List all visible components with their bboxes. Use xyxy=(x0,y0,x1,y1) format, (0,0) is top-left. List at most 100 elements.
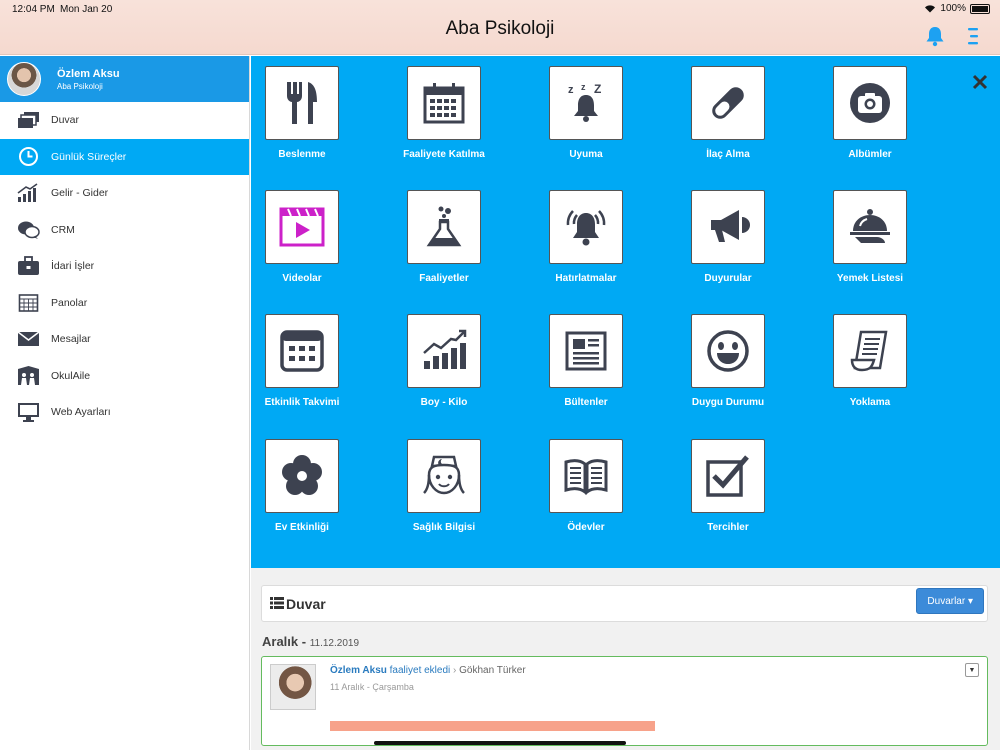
tile-label: Albümler xyxy=(848,149,892,160)
smiley-icon xyxy=(707,330,749,372)
checkbox-icon xyxy=(706,455,749,497)
tile-label: Yoklama xyxy=(849,397,891,408)
calendar-icon xyxy=(423,83,465,124)
sidebar-item-gunluk-surecler[interactable]: Günlük Süreçler xyxy=(0,138,249,175)
tile-boy-kilo[interactable]: Boy - Kilo xyxy=(407,314,481,408)
tile-yoklama[interactable]: Yoklama xyxy=(833,314,907,408)
pill-icon xyxy=(712,87,744,119)
wall-section: Duvar Duvarlar ▾ Aralık - 11.12.2019 Özl… xyxy=(251,568,1000,750)
battery-percent: 100% xyxy=(940,3,966,14)
list-icon xyxy=(270,597,284,609)
walls-dropdown-button[interactable]: Duvarlar ▾ xyxy=(916,588,984,614)
post-options-button[interactable]: ▼ xyxy=(965,663,979,677)
tile-label: Sağlık Bilgisi xyxy=(412,522,476,533)
tile-tercihler[interactable]: Tercihler xyxy=(691,439,765,533)
envelope-icon xyxy=(17,329,40,349)
monitor-icon xyxy=(17,402,40,422)
tile-uyuma[interactable]: zzZ Uyuma xyxy=(549,66,623,160)
tile-label: Duyurular xyxy=(704,273,752,284)
tile-videolar[interactable]: Videolar xyxy=(265,190,339,284)
family-icon xyxy=(17,366,40,386)
growth-icon xyxy=(423,329,467,369)
post-attachment-preview[interactable] xyxy=(330,721,655,731)
section-date: Aralık - 11.12.2019 xyxy=(262,634,359,649)
tile-albumler[interactable]: Albümler xyxy=(833,66,907,160)
sidebar-item-gelir-gider[interactable]: Gelir - Gider xyxy=(0,175,249,212)
sidebar-item-mesajlar[interactable]: Mesajlar xyxy=(0,321,249,358)
notification-bell-icon[interactable] xyxy=(924,25,946,47)
status-time: 12:04 PM xyxy=(12,4,55,15)
alarm-bell-icon xyxy=(566,210,606,246)
tile-hatirlatmalar[interactable]: Hatırlatmalar xyxy=(549,190,623,284)
tile-faaliyetler[interactable]: Faaliyetler xyxy=(407,190,481,284)
post-author[interactable]: Özlem Aksu xyxy=(330,665,387,676)
book-icon xyxy=(564,459,608,496)
flask-icon xyxy=(426,206,462,247)
status-date: Mon Jan 20 xyxy=(60,4,113,15)
tile-odevler[interactable]: Ödevler xyxy=(549,439,623,533)
tile-label: Hatırlatmalar xyxy=(555,273,617,284)
tile-label: Uyuma xyxy=(569,149,603,160)
hamburger-menu-icon[interactable] xyxy=(966,26,980,46)
home-indicator[interactable] xyxy=(374,741,626,745)
section-month: Aralık - xyxy=(262,634,307,649)
newsletter-icon xyxy=(565,331,607,371)
stack-icon xyxy=(17,110,40,130)
nurse-icon xyxy=(423,455,465,495)
sidebar-item-crm[interactable]: CRM xyxy=(0,212,249,249)
sidebar-item-idari-isler[interactable]: İdari İşler xyxy=(0,248,249,285)
tile-label: Videolar xyxy=(282,273,322,284)
app-title: Aba Psikoloji xyxy=(445,18,555,39)
event-calendar-icon xyxy=(280,330,324,372)
battery-icon xyxy=(970,3,990,14)
tile-label: Ev Etkinliği xyxy=(275,522,329,533)
avatar xyxy=(7,62,41,96)
tile-label: İlaç Alma xyxy=(706,149,750,160)
profile-header[interactable]: Özlem Aksu Aba Psikoloji xyxy=(0,56,249,102)
top-bar: 12:04 PM Mon Jan 20 100% Aba Psikoloji xyxy=(0,0,1000,55)
post-timestamp: 11 Aralık - Çarşamba xyxy=(330,682,414,692)
tile-duygu-durumu[interactable]: Duygu Durumu xyxy=(691,314,765,408)
tile-duyurular[interactable]: Duyurular xyxy=(691,190,765,284)
profile-subtitle: Aba Psikoloji xyxy=(57,81,103,91)
wall-title: Duvar xyxy=(286,596,326,612)
tile-bultenler[interactable]: Bültenler xyxy=(549,314,623,408)
tile-label: Yemek Listesi xyxy=(836,273,904,284)
tile-saglik-bilgisi[interactable]: Sağlık Bilgisi xyxy=(407,439,481,533)
tile-label: Tercihler xyxy=(707,522,749,533)
sidebar-item-web-ayarlari[interactable]: Web Ayarları xyxy=(0,394,249,431)
sleep-bell-icon: zzZ xyxy=(568,82,601,122)
post-target[interactable]: Gökhan Türker xyxy=(459,665,526,676)
tile-label: Beslenme xyxy=(278,149,326,160)
sidebar-item-label: Web Ayarları xyxy=(51,406,111,419)
tile-label: Faaliyete Katılma xyxy=(403,149,485,160)
growth-chart-icon xyxy=(17,183,40,203)
briefcase-icon xyxy=(17,256,40,276)
tile-ev-etkinligi[interactable]: Ev Etkinliği xyxy=(265,439,339,533)
sidebar-item-label: CRM xyxy=(51,223,75,236)
post-headline: Özlem Aksu faaliyet ekledi › Gökhan Türk… xyxy=(330,665,526,676)
tile-ilac-alma[interactable]: İlaç Alma xyxy=(691,66,765,160)
post-verb: faaliyet ekledi xyxy=(389,665,451,676)
sidebar-item-duvar[interactable]: Duvar xyxy=(0,102,249,139)
cloche-icon xyxy=(850,209,890,243)
tile-beslenme[interactable]: Beslenme xyxy=(265,66,339,160)
sidebar-item-panolar[interactable]: Panolar xyxy=(0,285,249,322)
video-icon xyxy=(279,207,325,247)
close-icon[interactable] xyxy=(972,74,988,90)
camera-icon xyxy=(850,83,890,123)
tile-faaliyete-katilma[interactable]: Faaliyete Katılma xyxy=(403,66,485,160)
sidebar-item-label: Panolar xyxy=(51,296,88,309)
calendar-board-icon xyxy=(17,293,40,313)
sidebar-item-label: Duvar xyxy=(51,114,80,127)
sidebar: Özlem Aksu Aba Psikoloji Duvar Günlük Sü… xyxy=(0,56,250,750)
tile-yemek-listesi[interactable]: Yemek Listesi xyxy=(833,190,907,284)
utensils-icon xyxy=(287,82,317,124)
clock-icon xyxy=(17,147,40,167)
wall-header: Duvar Duvarlar ▾ xyxy=(261,585,988,622)
flower-icon xyxy=(282,455,322,495)
tile-etkinlik-takvimi[interactable]: Etkinlik Takvimi xyxy=(265,314,339,408)
sidebar-item-label: İdari İşler xyxy=(51,260,95,273)
post-author-photo[interactable] xyxy=(270,664,316,710)
sidebar-item-okulaile[interactable]: OkulAile xyxy=(0,358,249,395)
